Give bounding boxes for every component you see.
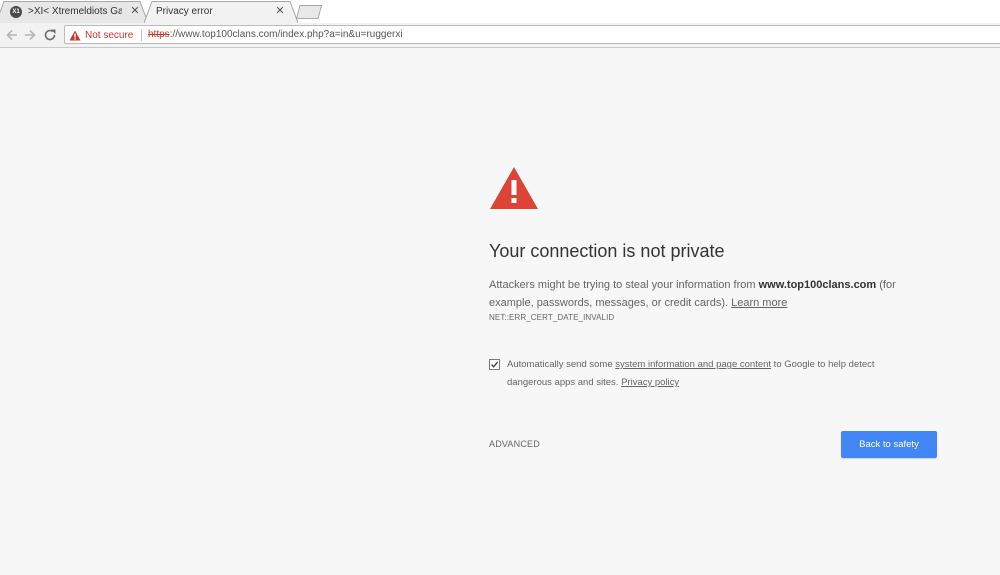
- close-tab-icon[interactable]: ✕: [129, 5, 141, 17]
- chip-divider: [141, 29, 142, 41]
- url-scheme: https: [148, 29, 170, 40]
- tab-privacy-error[interactable]: Privacy error ✕: [144, 1, 298, 23]
- checkmark-icon: [491, 361, 499, 368]
- page-heading: Your connection is not private: [489, 241, 725, 261]
- explanation-prefix: Attackers might be trying to steal your …: [489, 279, 759, 291]
- xtremeidiots-favicon-icon: X1: [10, 6, 22, 18]
- address-bar[interactable]: Not secure https://www.top100clans.com/i…: [64, 25, 1000, 44]
- warning-triangle-icon: [490, 167, 538, 209]
- reload-icon[interactable]: [42, 27, 58, 43]
- not-secure-label: Not secure: [85, 29, 134, 41]
- url-text[interactable]: https://www.top100clans.com/index.php?a=…: [148, 28, 403, 42]
- forward-arrow-icon[interactable]: [22, 27, 38, 43]
- error-code: NET::ERR_CERT_DATE_INVALID: [489, 313, 615, 322]
- privacy-policy-link[interactable]: Privacy policy: [621, 377, 679, 388]
- tab-strip: X1 >XI< Xtremeldiots Gam ✕ Privacy error…: [0, 0, 1000, 23]
- extended-reporting-checkbox[interactable]: [489, 359, 500, 370]
- url-host: ://www.top100clans.com: [169, 29, 278, 40]
- close-tab-icon[interactable]: ✕: [274, 5, 286, 17]
- warning-triangle-icon: [69, 30, 81, 40]
- advanced-button[interactable]: ADVANCED: [489, 439, 540, 449]
- optin-label: Automatically send some system informati…: [507, 356, 917, 392]
- tab-xtremeidiots[interactable]: X1 >XI< Xtremeldiots Gam ✕: [0, 1, 148, 23]
- optin-prefix: Automatically send some: [507, 359, 616, 370]
- tab-title: Privacy error: [156, 6, 213, 17]
- back-to-safety-button[interactable]: Back to safety: [841, 431, 937, 458]
- new-tab-icon[interactable]: [296, 5, 322, 19]
- security-indicator[interactable]: Not secure: [69, 28, 133, 42]
- tab-title: >XI< Xtremeldiots Gam: [28, 6, 122, 17]
- browser-toolbar: Not secure https://www.top100clans.com/i…: [0, 23, 1000, 48]
- explanation-host: www.top100clans.com: [758, 279, 877, 291]
- back-arrow-icon[interactable]: [4, 27, 20, 43]
- url-path: /index.php?a=in&u=ruggerxi: [277, 29, 403, 40]
- system-information-link[interactable]: system information and page content: [615, 359, 771, 370]
- explanation-text: Attackers might be trying to steal your …: [489, 276, 929, 312]
- learn-more-link[interactable]: Learn more: [731, 297, 787, 309]
